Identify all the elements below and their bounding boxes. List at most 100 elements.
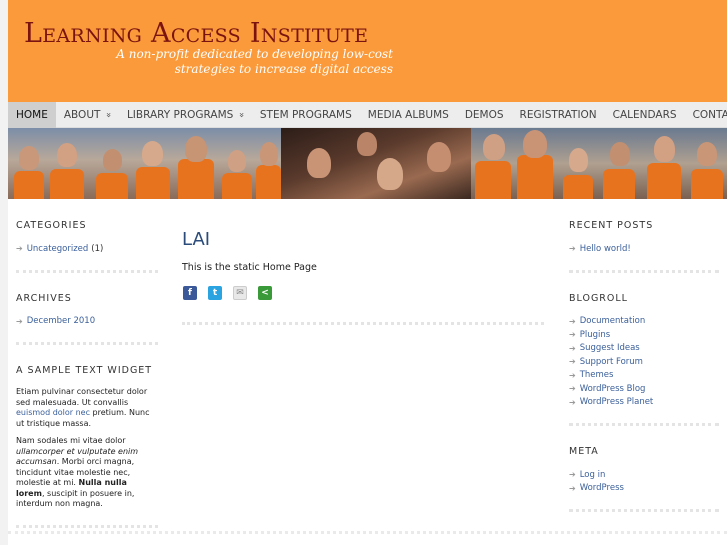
list-item: ➔ Suggest Ideas <box>569 342 719 356</box>
facebook-icon[interactable]: f <box>183 286 197 300</box>
banner-figure <box>475 161 511 199</box>
banner-figure <box>256 165 281 199</box>
banner-photo-left <box>8 128 281 199</box>
banner-figure <box>569 148 588 172</box>
main-content: LAI This is the static Home Page f t ✉ < <box>182 200 544 325</box>
nav-item-calendars[interactable]: CALENDARS <box>605 102 685 128</box>
banner-figure <box>260 142 278 166</box>
widget-divider <box>16 342 158 345</box>
arrow-bullet-icon: ➔ <box>569 343 576 353</box>
widget-title: META <box>569 446 599 457</box>
banner-figure <box>142 141 163 166</box>
list-link[interactable]: Documentation <box>580 316 646 326</box>
banner-figure <box>228 150 246 172</box>
arrow-bullet-icon: ➔ <box>16 316 23 326</box>
banner-figure <box>96 173 128 199</box>
list-item: ➔ Documentation <box>569 315 719 329</box>
page-left-border <box>0 0 8 545</box>
submenu-arrow-icon: » <box>236 112 247 118</box>
banner-figure <box>377 158 403 190</box>
list-item: ➔ Support Forum <box>569 355 719 369</box>
nav-item-library-programs[interactable]: LIBRARY PROGRAMS» <box>119 102 252 128</box>
arrow-bullet-icon: ➔ <box>569 330 576 340</box>
main-navigation: HOME ABOUT» LIBRARY PROGRAMS» STEM PROGRAMS… <box>8 102 727 128</box>
nav-item-label: MEDIA ALBUMS <box>367 109 449 121</box>
list-link[interactable]: Support Forum <box>580 357 643 367</box>
banner-figure <box>603 169 635 199</box>
twitter-icon[interactable]: t <box>208 286 222 300</box>
nav-item-contact-us[interactable]: CONTACT US <box>685 102 727 128</box>
nav-item-stem-programs[interactable]: STEM PROGRAMS <box>252 102 360 128</box>
list-link[interactable]: WordPress Blog <box>580 384 646 394</box>
categories-widget: CATEGORIES ➔ Uncategorized (1) <box>16 220 158 270</box>
share-icon[interactable]: < <box>258 286 272 300</box>
list-link[interactable]: Themes <box>580 370 614 380</box>
text-widget-paragraph: Nam sodales mi vitae dolor ullamcorper e… <box>16 436 158 510</box>
nav-item-label: STEM PROGRAMS <box>259 109 352 121</box>
nav-item-demos[interactable]: DEMOS <box>457 102 512 128</box>
arrow-bullet-icon: ➔ <box>569 397 576 407</box>
nav-item-label: CONTACT US <box>692 109 727 121</box>
list-link[interactable]: Suggest Ideas <box>580 343 640 353</box>
widget-divider <box>569 269 719 273</box>
list-item: ➔ Uncategorized (1) <box>16 242 158 256</box>
nav-item-label: REGISTRATION <box>519 109 597 121</box>
text-widget-link[interactable]: euismod dolor nec <box>16 408 90 417</box>
banner-figure <box>654 136 675 162</box>
banner-figure <box>178 159 214 199</box>
list-link[interactable]: December 2010 <box>27 316 95 326</box>
text-widget-paragraph: Etiam pulvinar consectetur dolor sed mal… <box>16 387 158 429</box>
banner-figure <box>57 143 77 167</box>
nav-item-media-albums[interactable]: MEDIA ALBUMS <box>360 102 457 128</box>
nav-item-about[interactable]: ABOUT» <box>56 102 119 128</box>
list-item: ➔ WordPress Blog <box>569 382 719 396</box>
page-title[interactable]: LAI <box>182 229 544 250</box>
widget-title: RECENT POSTS <box>569 220 654 231</box>
meta-widget: META ➔ Log in ➔ WordPress <box>569 446 719 509</box>
banner-figure <box>19 146 39 170</box>
nav-item-label: DEMOS <box>464 109 504 121</box>
page-body: This is the static Home Page <box>182 262 317 273</box>
list-item: ➔ Themes <box>569 369 719 383</box>
header-banner-image <box>8 128 727 199</box>
list-link[interactable]: Uncategorized <box>27 244 89 254</box>
site-header: Learning Access Institute A non-profit d… <box>8 0 727 102</box>
banner-figure <box>136 167 170 199</box>
banner-figure <box>103 149 122 171</box>
arrow-bullet-icon: ➔ <box>569 316 576 326</box>
list-link[interactable]: WordPress <box>580 483 624 493</box>
list-link[interactable]: Plugins <box>580 330 610 340</box>
widget-divider <box>16 524 158 528</box>
arrow-bullet-icon: ➔ <box>16 244 23 254</box>
banner-figure <box>307 148 331 178</box>
banner-figure <box>185 136 207 162</box>
banner-figure <box>647 163 681 199</box>
banner-figure <box>427 142 451 172</box>
banner-figure <box>691 169 723 199</box>
list-item: ➔ Log in <box>569 468 719 482</box>
nav-item-label: CALENDARS <box>612 109 677 121</box>
text-span: Etiam pulvinar consectetur dolor sed mal… <box>16 387 148 407</box>
list-link[interactable]: Log in <box>580 470 606 480</box>
widget-divider <box>16 269 158 273</box>
site-tagline: A non-profit dedicated to developing low… <box>116 47 393 76</box>
list-item: ➔ WordPress <box>569 482 719 496</box>
list-link[interactable]: WordPress Planet <box>580 397 654 407</box>
text-span: Nam sodales mi vitae dolor <box>16 436 126 445</box>
widget-divider <box>569 423 719 426</box>
widget-title: BLOGROLL <box>569 292 628 304</box>
nav-item-home[interactable]: HOME <box>8 102 56 128</box>
right-sidebar: RECENT POSTS ➔ Hello world! BLOGROLL ➔ Doc… <box>569 200 719 512</box>
banner-figure <box>14 171 44 199</box>
recent-posts-widget: RECENT POSTS ➔ Hello world! <box>569 220 719 270</box>
site-title[interactable]: Learning Access Institute <box>24 18 368 49</box>
nav-item-registration[interactable]: REGISTRATION <box>512 102 605 128</box>
list-link[interactable]: Hello world! <box>580 244 631 254</box>
email-icon[interactable]: ✉ <box>233 286 247 300</box>
submenu-arrow-icon: » <box>103 112 114 118</box>
list-item: ➔ December 2010 <box>16 315 158 329</box>
arrow-bullet-icon: ➔ <box>569 483 576 493</box>
list-item: ➔ WordPress Planet <box>569 396 719 410</box>
banner-figure <box>517 155 553 199</box>
left-sidebar: CATEGORIES ➔ Uncategorized (1) ARCHIVES ➔ D… <box>16 200 158 528</box>
